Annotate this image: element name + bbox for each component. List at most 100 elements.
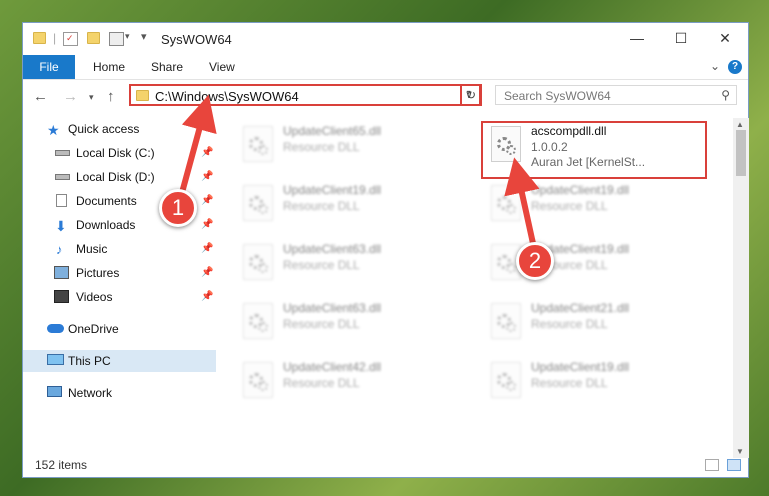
sidebar-item-onedrive[interactable]: OneDrive: [23, 318, 216, 340]
list-item[interactable]: UpdateClient63.dll Resource DLL: [233, 238, 453, 288]
sidebar-item-label: OneDrive: [68, 322, 119, 336]
sidebar-item-this-pc[interactable]: This PC: [23, 350, 216, 372]
sidebar-item-label: Music: [76, 242, 108, 256]
address-text: C:\Windows\SysWOW64: [155, 89, 299, 104]
sidebar-item-videos[interactable]: Videos 📌: [23, 286, 216, 308]
pin-icon[interactable]: 📌: [201, 190, 213, 212]
dll-file-icon: [491, 185, 521, 221]
step-badge-2: 2: [516, 242, 554, 280]
sidebar-item-local-disk-d[interactable]: Local Disk (D:) 📌: [23, 166, 216, 188]
list-item[interactable]: UpdateClient42.dll Resource DLL: [233, 356, 453, 406]
drive-icon: [55, 150, 70, 156]
list-item[interactable]: UpdateClient19.dll Resource DLL: [481, 179, 701, 229]
sidebar-item-quick-access[interactable]: ★ Quick access: [23, 118, 216, 140]
minimize-button[interactable]: —: [617, 27, 657, 49]
scroll-up-icon[interactable]: ▲: [736, 120, 744, 129]
sidebar-item-label: This PC: [68, 354, 111, 368]
search-placeholder: Search SysWOW64: [504, 89, 611, 103]
quick-access-customize-icon[interactable]: [109, 32, 124, 46]
navigation-pane: ★ Quick access Local Disk (C:) 📌 Local D…: [23, 118, 216, 458]
dll-file-icon: [243, 244, 273, 280]
file-name: UpdateClient19.dll: [531, 360, 630, 374]
search-icon: ⚲: [721, 88, 730, 102]
quick-access-dropdown-icon[interactable]: ▾: [141, 30, 147, 43]
sidebar-item-label: Local Disk (D:): [76, 170, 155, 184]
list-item[interactable]: UpdateClient63.dll Resource DLL: [233, 297, 453, 347]
vertical-scrollbar[interactable]: ▲ ▼: [733, 118, 749, 458]
step-badge-1: 1: [159, 189, 197, 227]
folder-icon: [33, 32, 46, 44]
dll-file-icon: [243, 126, 273, 162]
dll-file-icon: [243, 362, 273, 398]
search-input[interactable]: Search SysWOW64 ⚲: [495, 85, 737, 105]
forward-arrow-icon[interactable]: →: [63, 88, 78, 105]
folder-icon: [136, 90, 149, 101]
list-item[interactable]: UpdateClient19.dll Resource DLL: [481, 238, 701, 288]
details-view-icon[interactable]: [705, 459, 719, 471]
list-item[interactable]: UpdateClient21.dll Resource DLL: [481, 297, 701, 347]
list-item[interactable]: UpdateClient19.dll Resource DLL: [233, 179, 453, 229]
maximize-button[interactable]: ☐: [661, 27, 701, 49]
drive-icon: [55, 174, 70, 180]
sidebar-item-label: Network: [68, 386, 113, 400]
refresh-button[interactable]: ↻: [460, 84, 482, 106]
pin-icon[interactable]: 📌: [201, 262, 213, 284]
file-name: UpdateClient19.dll: [283, 183, 382, 197]
sidebar-item-label: Quick access: [68, 122, 140, 136]
file-description: Resource DLL: [531, 199, 608, 213]
item-count: 152 items: [35, 458, 88, 472]
properties-icon[interactable]: ✓: [63, 32, 78, 46]
sidebar-item-pictures[interactable]: Pictures 📌: [23, 262, 216, 284]
pin-icon[interactable]: 📌: [201, 286, 213, 308]
dll-file-icon: [491, 362, 521, 398]
window-title: SysWOW64: [161, 32, 232, 47]
file-name: UpdateClient63.dll: [283, 242, 382, 256]
pin-icon[interactable]: 📌: [201, 142, 213, 164]
dll-file-icon: [243, 185, 273, 221]
file-description: Resource DLL: [283, 199, 360, 213]
list-item[interactable]: UpdateClient65.dll Resource DLL: [233, 120, 453, 170]
pin-icon[interactable]: 📌: [201, 214, 213, 236]
address-bar[interactable]: C:\Windows\SysWOW64 ∨: [129, 84, 481, 106]
list-item[interactable]: UpdateClient19.dll Resource DLL: [481, 356, 701, 406]
dll-file-icon: [243, 303, 273, 339]
sidebar-item-label: Downloads: [76, 218, 136, 232]
back-arrow-icon[interactable]: ←: [33, 88, 48, 105]
chevron-down-icon[interactable]: ▾: [125, 31, 130, 42]
pin-icon[interactable]: 📌: [201, 166, 213, 188]
status-bar: 152 items: [23, 455, 748, 477]
star-icon: ★: [47, 122, 60, 138]
pin-icon[interactable]: 📌: [201, 238, 213, 260]
file-description: Resource DLL: [531, 376, 608, 390]
tab-view[interactable]: View: [209, 55, 235, 79]
chevron-up-icon[interactable]: ⌄: [710, 59, 720, 73]
sidebar-item-local-disk-c[interactable]: Local Disk (C:) 📌: [23, 142, 216, 164]
sidebar-item-label: Documents: [76, 194, 137, 208]
sidebar-item-label: Local Disk (C:): [76, 146, 155, 160]
file-description: Resource DLL: [531, 317, 608, 331]
up-arrow-icon[interactable]: ↑: [107, 88, 115, 105]
file-description: Resource DLL: [283, 376, 360, 390]
scroll-thumb[interactable]: [736, 130, 746, 176]
tab-home[interactable]: Home: [93, 55, 125, 79]
cloud-icon: [47, 324, 64, 333]
tab-file[interactable]: File: [23, 55, 75, 79]
sidebar-item-label: Videos: [76, 290, 113, 304]
file-name: UpdateClient65.dll: [283, 124, 382, 138]
sidebar-item-label: Pictures: [76, 266, 120, 280]
file-name: UpdateClient63.dll: [283, 301, 382, 315]
ribbon: File Home Share View ⌄ ?: [23, 55, 748, 80]
explorer-window: | ✓ ▾ ▾ SysWOW64 — ☐ ✕ File Home Share V…: [22, 22, 749, 478]
new-folder-icon[interactable]: [87, 32, 100, 44]
file-name: UpdateClient21.dll: [531, 301, 630, 315]
sidebar-item-network[interactable]: Network: [23, 382, 216, 404]
tab-share[interactable]: Share: [151, 55, 183, 79]
large-icons-view-icon[interactable]: [727, 459, 741, 471]
sidebar-item-music[interactable]: ♪ Music 📌: [23, 238, 216, 260]
refresh-icon: ↻: [465, 88, 477, 102]
close-button[interactable]: ✕: [705, 27, 745, 49]
recent-locations-icon[interactable]: ▾: [89, 92, 94, 103]
file-description: Resource DLL: [283, 317, 360, 331]
help-icon[interactable]: ?: [728, 60, 742, 74]
videos-icon: [54, 290, 69, 303]
